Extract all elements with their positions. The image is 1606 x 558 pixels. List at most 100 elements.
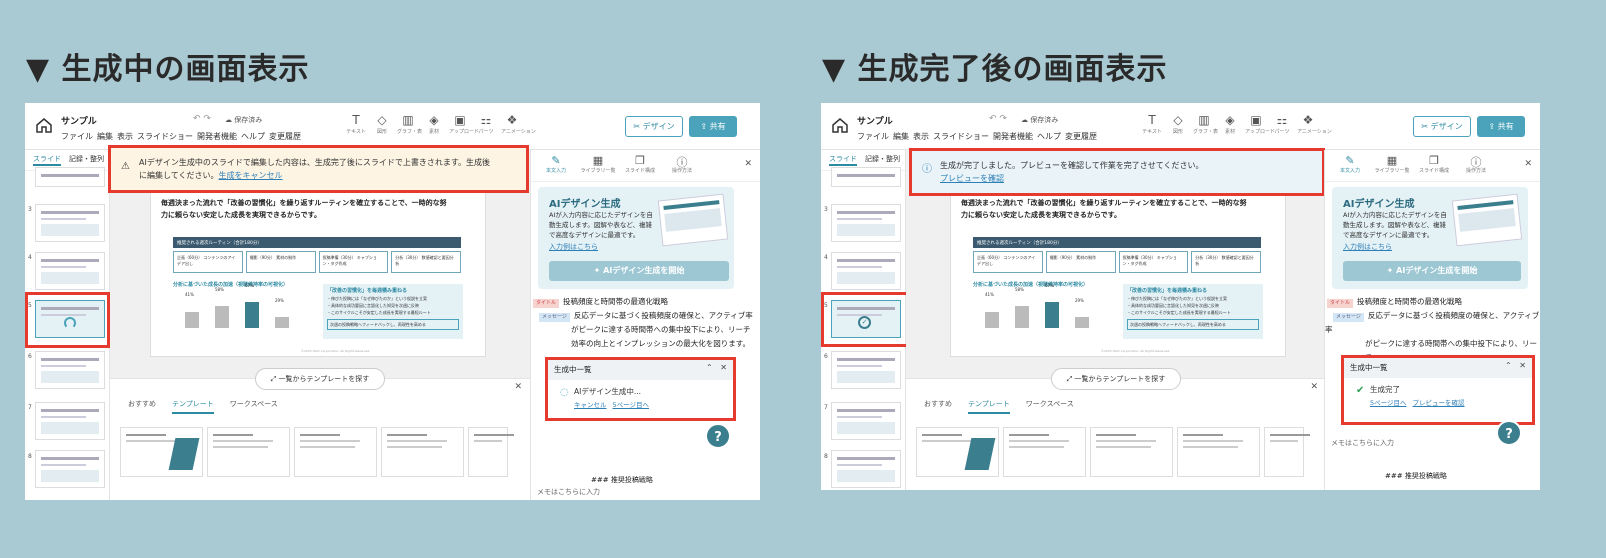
tool-text[interactable]: T テキスト (1141, 112, 1163, 135)
menu-edit[interactable]: 編集 (893, 131, 909, 142)
document-title[interactable]: サンプル (61, 114, 97, 127)
tool-parts[interactable]: ⚏ パーツ (1271, 112, 1293, 135)
close-icon[interactable]: ✕ (744, 159, 752, 169)
template-card[interactable] (207, 427, 290, 477)
menu-view[interactable]: 表示 (913, 131, 929, 142)
slide-thumbnail[interactable] (831, 351, 901, 389)
examples-link[interactable]: 入力例はこちら (1343, 242, 1392, 252)
slide-thumbnail[interactable] (35, 450, 105, 488)
tab-record[interactable]: 記録・整列 (69, 154, 104, 166)
menu-help[interactable]: ヘルプ (241, 131, 265, 142)
collapse-close-icons[interactable]: ⌃ ✕ (1505, 361, 1526, 370)
memo-input[interactable]: メモはこちらに入力 (537, 487, 600, 497)
share-button[interactable]: ⇪ 共有 (1477, 116, 1525, 137)
tab-recommended[interactable]: おすすめ (924, 399, 952, 414)
design-button[interactable]: ✂ デザイン (625, 116, 683, 137)
menu-history[interactable]: 変更履歴 (1065, 131, 1097, 142)
template-card[interactable] (120, 427, 203, 477)
start-ai-design-button[interactable]: ✦ AIデザイン生成を開始 (1343, 261, 1521, 281)
template-card[interactable] (294, 427, 377, 477)
examples-link[interactable]: 入力例はこちら (549, 242, 598, 252)
template-card[interactable] (1003, 427, 1086, 477)
slide-thumbnail[interactable] (35, 167, 105, 187)
home-icon[interactable] (36, 118, 52, 133)
menu-developer[interactable]: 開発者機能 (197, 131, 237, 142)
tool-animation[interactable]: ❖ アニメーション (1297, 112, 1332, 135)
tab-library[interactable]: ▦ ライブラリー覧 (577, 150, 619, 181)
slide-thumbnail[interactable] (35, 252, 105, 290)
template-card[interactable] (1264, 427, 1310, 477)
tool-text[interactable]: T テキスト (345, 112, 367, 135)
tool-chart[interactable]: ▥ グラフ・表 (1193, 112, 1218, 135)
help-button[interactable]: ? (705, 423, 731, 449)
go-to-page-link[interactable]: 5ページ目へ (1370, 399, 1407, 407)
close-icon[interactable]: ✕ (1524, 159, 1532, 169)
slide-thumbnail[interactable] (831, 252, 901, 290)
menu-slideshow[interactable]: スライドショー (933, 131, 989, 142)
tab-text-input[interactable]: ✎ 本文入力 (1329, 150, 1371, 181)
tool-chart[interactable]: ▥ グラフ・表 (397, 112, 422, 135)
tab-templates[interactable]: テンプレート (172, 399, 214, 414)
tab-slides[interactable]: スライド (33, 154, 61, 166)
home-icon[interactable] (832, 118, 848, 133)
tab-how-to[interactable]: ⓘ 操作方法 (661, 150, 703, 181)
start-ai-design-button[interactable]: ✦ AIデザイン生成を開始 (549, 261, 729, 281)
template-card[interactable] (1090, 427, 1173, 477)
tool-upload[interactable]: ▣ アップロード (449, 112, 479, 135)
browse-templates-button[interactable]: ⤢ 一覧からテンプレートを探す (1051, 368, 1181, 390)
cancel-link[interactable]: キャンセル (574, 401, 607, 409)
menu-help[interactable]: ヘルプ (1037, 131, 1061, 142)
undo-redo-icons[interactable]: ↶ ↷ (193, 114, 211, 124)
tool-shape[interactable]: ◇ 図形 (1167, 112, 1189, 135)
menu-edit[interactable]: 編集 (97, 131, 113, 142)
undo-redo-icons[interactable]: ↶ ↷ (989, 114, 1007, 124)
tab-slide-structure[interactable]: ❐ スライド構成 (619, 150, 661, 181)
slide-thumbnail[interactable] (35, 351, 105, 389)
preview-link[interactable]: プレビューを確認 (940, 174, 1004, 183)
menu-history[interactable]: 変更履歴 (269, 131, 301, 142)
slide-thumbnail[interactable] (831, 450, 901, 488)
tool-animation[interactable]: ❖ アニメーション (501, 112, 536, 135)
share-button[interactable]: ⇪ 共有 (689, 116, 737, 137)
preview-link[interactable]: プレビューを確認 (1413, 399, 1465, 407)
help-button[interactable]: ? (1496, 420, 1522, 446)
tab-slides[interactable]: スライド (829, 154, 857, 166)
tool-upload[interactable]: ▣ アップロード (1245, 112, 1275, 135)
template-card[interactable] (381, 427, 464, 477)
close-icon[interactable]: ✕ (514, 382, 522, 392)
menu-view[interactable]: 表示 (117, 131, 133, 142)
tab-workspace[interactable]: ワークスペース (1026, 399, 1074, 414)
slide-thumbnail[interactable] (831, 167, 901, 187)
tab-templates[interactable]: テンプレート (968, 399, 1010, 414)
tool-material[interactable]: ◈ 素材 (423, 112, 445, 135)
collapse-close-icons[interactable]: ⌃ ✕ (706, 363, 727, 372)
slide-thumbnail[interactable] (35, 204, 105, 242)
menu-developer[interactable]: 開発者機能 (993, 131, 1033, 142)
slide-thumbnail[interactable] (831, 402, 901, 440)
close-icon[interactable]: ✕ (1310, 382, 1318, 392)
slide[interactable]: 毎週決まった流れで「改善の習慣化」を繰り返すルーティンを確立することで、一時的な… (150, 175, 486, 357)
go-to-page-link[interactable]: 5ページ目へ (613, 401, 650, 409)
tab-recommended[interactable]: おすすめ (128, 399, 156, 414)
tab-record[interactable]: 記録・整列 (865, 154, 900, 166)
slide-text-content[interactable]: タイトル 投稿頻度と時間帯の最適化戦略 メッセージ 反応データに基づく投稿頻度の確保… (531, 295, 760, 351)
slide-thumbnail[interactable] (35, 402, 105, 440)
memo-input[interactable]: メモはこちらに入力 (1331, 438, 1394, 448)
tab-how-to[interactable]: ⓘ 操作方法 (1455, 150, 1497, 181)
menu-slideshow[interactable]: スライドショー (137, 131, 193, 142)
template-card[interactable] (1177, 427, 1260, 477)
tool-parts[interactable]: ⚏ パーツ (475, 112, 497, 135)
slide-thumbnail[interactable] (831, 204, 901, 242)
design-button[interactable]: ✂ デザイン (1413, 116, 1471, 137)
browse-templates-button[interactable]: ⤢ 一覧からテンプレートを探す (255, 368, 385, 390)
tool-material[interactable]: ◈ 素材 (1219, 112, 1241, 135)
tab-library[interactable]: ▦ ライブラリー覧 (1371, 150, 1413, 181)
slide[interactable]: 毎週決まった流れで「改善の習慣化」を繰り返すルーティンを確立することで、一時的な… (950, 175, 1286, 357)
template-card[interactable] (916, 427, 999, 477)
cancel-generation-link[interactable]: 生成をキャンセル (219, 171, 283, 180)
tab-workspace[interactable]: ワークスペース (230, 399, 278, 414)
document-title[interactable]: サンプル (857, 114, 893, 127)
menu-file[interactable]: ファイル (857, 131, 889, 142)
tab-text-input[interactable]: ✎ 本文入力 (535, 150, 577, 181)
menu-file[interactable]: ファイル (61, 131, 93, 142)
